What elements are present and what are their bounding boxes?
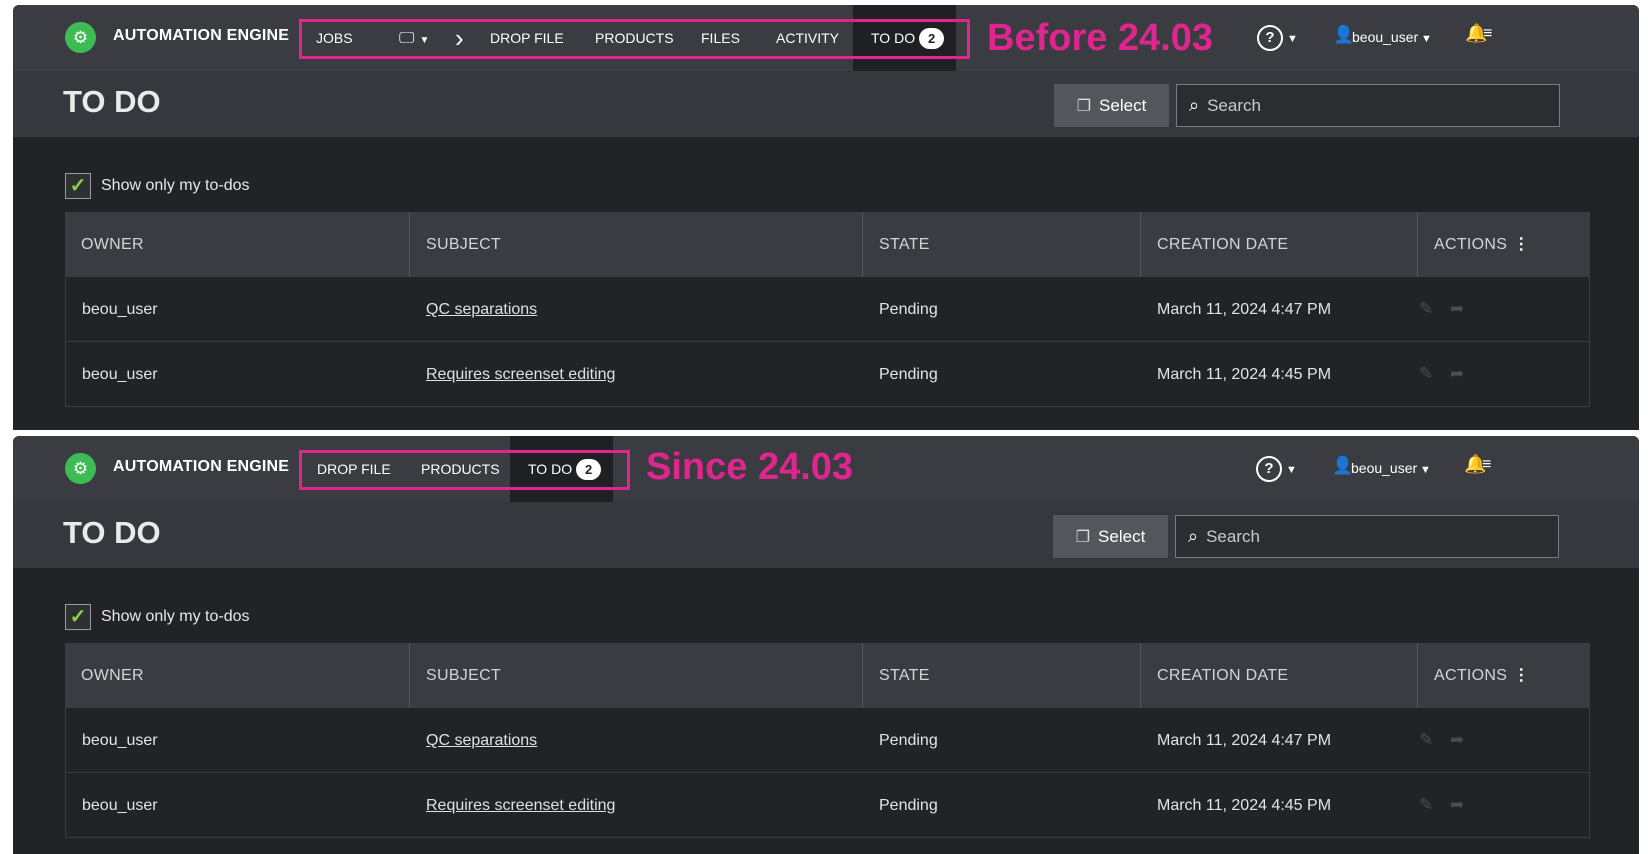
user-menu[interactable]: beou_user: [1352, 29, 1418, 45]
date-cell: March 11, 2024 4:45 PM: [1157, 797, 1332, 814]
column-header-state[interactable]: STATE: [862, 643, 930, 708]
user-caret-icon[interactable]: ▼: [1421, 33, 1432, 45]
help-icon[interactable]: ?: [1257, 25, 1283, 51]
select-icon: ❐: [1076, 97, 1092, 115]
select-icon: ❐: [1075, 528, 1091, 546]
subject-link[interactable]: QC separations: [410, 708, 537, 773]
table-row[interactable]: beou_user QC separations Pending March 1…: [65, 277, 1590, 342]
subject-link[interactable]: Requires screenset editing: [410, 773, 615, 838]
edit-icon[interactable]: ✎: [1419, 730, 1433, 750]
search-box: ⌕: [1176, 84, 1560, 127]
column-header-owner[interactable]: OWNER: [65, 212, 144, 277]
actions-label: ACTIONS: [1434, 667, 1508, 684]
owner-cell: beou_user: [82, 732, 158, 749]
state-cell: Pending: [879, 797, 938, 814]
notification-list-icon[interactable]: ≡: [1482, 456, 1491, 474]
forward-icon[interactable]: ➦: [1450, 364, 1464, 384]
table-row[interactable]: beou_user Requires screenset editing Pen…: [65, 342, 1590, 407]
page-header: TO DO ❐ Select ⌕: [13, 502, 1639, 568]
search-icon: ⌕: [1189, 95, 1200, 115]
forward-icon[interactable]: ➦: [1450, 795, 1464, 815]
select-label: Select: [1098, 526, 1146, 546]
before-panel: ⚙ AUTOMATION ENGINE JOBS 🖵 ▼ › DROP FILE …: [13, 5, 1639, 430]
filter-row: ✓ Show only my to-dos: [65, 173, 250, 199]
check-icon: ✓: [69, 175, 87, 197]
edit-icon[interactable]: ✎: [1419, 299, 1433, 319]
user-caret-icon[interactable]: ▼: [1420, 464, 1431, 476]
edit-icon[interactable]: ✎: [1419, 795, 1433, 815]
since-panel: ⚙ AUTOMATION ENGINE DROP FILE PRODUCTS T…: [13, 436, 1639, 854]
notification-list-icon[interactable]: ≡: [1483, 25, 1492, 43]
date-cell: March 11, 2024 4:45 PM: [1157, 366, 1332, 383]
right-tools: ? ▼ 👤 beou_user ▼ 🔔 ≡: [13, 436, 1639, 502]
select-button[interactable]: ❐ Select: [1054, 84, 1169, 127]
help-icon[interactable]: ?: [1256, 456, 1282, 482]
kebab-icon[interactable]: ⋮: [1513, 212, 1529, 277]
page-header: TO DO ❐ Select ⌕: [13, 71, 1639, 137]
date-cell: March 11, 2024 4:47 PM: [1157, 732, 1332, 749]
forward-icon[interactable]: ➦: [1450, 730, 1464, 750]
actions-label: ACTIONS: [1434, 236, 1508, 253]
state-cell: Pending: [879, 732, 938, 749]
right-tools: ? ▼ 👤 beou_user ▼ 🔔 ≡: [13, 5, 1639, 71]
search-box: ⌕: [1175, 515, 1559, 558]
search-input[interactable]: [1207, 95, 1528, 116]
date-cell: March 11, 2024 4:47 PM: [1157, 301, 1332, 318]
owner-cell: beou_user: [82, 366, 158, 383]
forward-icon[interactable]: ➦: [1450, 299, 1464, 319]
top-nav-bar: ⚙ AUTOMATION ENGINE JOBS 🖵 ▼ › DROP FILE …: [13, 5, 1639, 71]
search-icon: ⌕: [1188, 526, 1199, 546]
owner-cell: beou_user: [82, 301, 158, 318]
owner-cell: beou_user: [82, 797, 158, 814]
state-cell: Pending: [879, 366, 938, 383]
table-header: OWNER SUBJECT STATE CREATION DATE ACTION…: [65, 212, 1590, 277]
column-header-creation-date[interactable]: CREATION DATE: [1140, 643, 1288, 708]
page-title: TO DO: [63, 515, 161, 550]
subject-link[interactable]: QC separations: [410, 277, 537, 342]
show-only-my-todos-checkbox[interactable]: ✓: [65, 604, 91, 630]
column-header-state[interactable]: STATE: [862, 212, 930, 277]
user-icon: 👤: [1333, 25, 1355, 44]
select-button[interactable]: ❐ Select: [1053, 515, 1168, 558]
user-icon: 👤: [1332, 456, 1354, 475]
show-only-my-todos-checkbox[interactable]: ✓: [65, 173, 91, 199]
column-header-actions: ACTIONS ⋮: [1417, 643, 1530, 708]
select-label: Select: [1099, 95, 1147, 115]
column-header-subject[interactable]: SUBJECT: [409, 643, 501, 708]
help-caret-icon[interactable]: ▼: [1287, 33, 1298, 45]
edit-icon[interactable]: ✎: [1419, 364, 1433, 384]
filter-label: Show only my to-dos: [101, 608, 250, 625]
search-input[interactable]: [1206, 526, 1527, 547]
column-header-subject[interactable]: SUBJECT: [409, 212, 501, 277]
table-row[interactable]: beou_user Requires screenset editing Pen…: [65, 773, 1590, 838]
column-header-creation-date[interactable]: CREATION DATE: [1140, 212, 1288, 277]
table-row[interactable]: beou_user QC separations Pending March 1…: [65, 708, 1590, 773]
column-header-actions: ACTIONS ⋮: [1417, 212, 1530, 277]
state-cell: Pending: [879, 301, 938, 318]
filter-row: ✓ Show only my to-dos: [65, 604, 250, 630]
kebab-icon[interactable]: ⋮: [1513, 643, 1529, 708]
page-title: TO DO: [63, 84, 161, 119]
filter-label: Show only my to-dos: [101, 177, 250, 194]
subject-link[interactable]: Requires screenset editing: [410, 342, 615, 407]
todo-table: OWNER SUBJECT STATE CREATION DATE ACTION…: [65, 212, 1590, 407]
help-caret-icon[interactable]: ▼: [1286, 464, 1297, 476]
table-header: OWNER SUBJECT STATE CREATION DATE ACTION…: [65, 643, 1590, 708]
todo-table: OWNER SUBJECT STATE CREATION DATE ACTION…: [65, 643, 1590, 838]
check-icon: ✓: [69, 606, 87, 628]
top-nav-bar: ⚙ AUTOMATION ENGINE DROP FILE PRODUCTS T…: [13, 436, 1639, 502]
column-header-owner[interactable]: OWNER: [65, 643, 144, 708]
user-menu[interactable]: beou_user: [1351, 460, 1417, 476]
